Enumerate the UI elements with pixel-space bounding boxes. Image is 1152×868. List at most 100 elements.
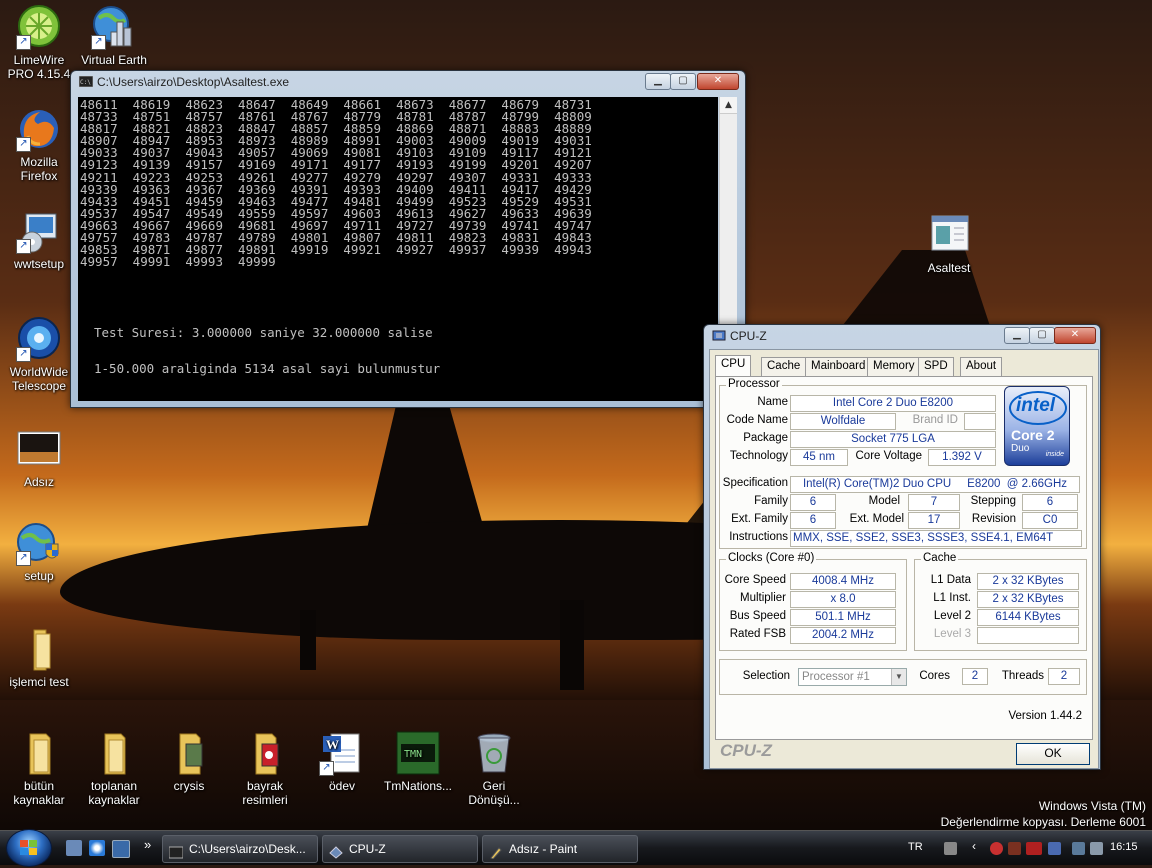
cpuz-titlebar[interactable]: CPU-Z ▁ ▢ ✕ <box>704 325 1100 347</box>
selection-label: Selection <box>742 670 790 682</box>
setup-globe-shield-icon: ↗ <box>16 520 62 566</box>
desktop-icon-label: Mozilla <box>20 155 58 169</box>
desktop-icon-adsiz[interactable]: Adsız <box>0 426 78 489</box>
busspeed-value: 501.1 MHz <box>790 609 896 626</box>
desktop-icon-limewire[interactable]: ↗ LimeWire PRO 4.15.4 <box>0 4 78 81</box>
start-button[interactable] <box>6 829 52 867</box>
ratedfsb-value: 2004.2 MHz <box>790 627 896 644</box>
selection-group: Selection Processor #1 ▼ Cores 2 Threads… <box>719 659 1087 695</box>
l1inst-label: L1 Inst. <box>933 592 971 604</box>
taskbar-task-paint[interactable]: Adsız - Paint <box>482 835 638 863</box>
specification-value: Intel(R) Core(TM)2 Duo CPU E8200 @ 2.66G… <box>790 476 1080 493</box>
telescope-globe-icon: ↗ <box>16 316 62 362</box>
shortcut-arrow-icon: ↗ <box>319 761 334 776</box>
desktop-icon-islemci-test[interactable]: işlemci test <box>0 626 78 689</box>
console-app-icon: C:\ <box>78 75 94 88</box>
corespeed-label: Core Speed <box>724 574 786 586</box>
maximize-button[interactable]: ▢ <box>1029 327 1055 344</box>
multiplier-label: Multiplier <box>739 592 786 604</box>
shortcut-arrow-icon: ↗ <box>16 239 31 254</box>
folder-icon <box>166 730 212 776</box>
desktop-icon-setup[interactable]: ↗ setup <box>0 520 78 583</box>
taskbar-task-console[interactable]: C:\Users\airzo\Desk... <box>162 835 318 863</box>
desktop-icon-label: Asaltest <box>927 261 971 275</box>
shortcut-arrow-icon: ↗ <box>16 35 31 50</box>
switch-windows-icon[interactable] <box>112 840 130 858</box>
quicklaunch-overflow-icon[interactable]: » <box>144 837 151 852</box>
ati-tray-icon[interactable] <box>1026 842 1042 855</box>
desktop-icon-label: TmNations... <box>383 779 452 793</box>
scroll-up-arrow-icon[interactable]: ▲ <box>720 97 737 114</box>
console-window[interactable]: C:\ C:\Users\airzo\Desktop\Asaltest.exe … <box>70 70 746 408</box>
desktop-icon-toplanan-kaynaklar[interactable]: toplanan kaynaklar <box>75 730 153 807</box>
stepping-label: Stepping <box>970 495 1016 507</box>
codename-label: Code Name <box>726 414 788 426</box>
result-line: 1-50.000 araliginda 5134 asal sayi bulun… <box>94 361 441 376</box>
console-titlebar[interactable]: C:\ C:\Users\airzo\Desktop\Asaltest.exe … <box>71 71 745 93</box>
security-alert-icon[interactable] <box>990 842 1003 855</box>
family-label: Family <box>754 495 788 507</box>
l1data-label: L1 Data <box>930 574 971 586</box>
processor-select[interactable]: Processor #1 ▼ <box>798 668 907 686</box>
limewire-icon: ↗ <box>16 4 62 50</box>
tab-mainboard[interactable]: Mainboard <box>805 357 872 376</box>
desktop-icon-label: kaynaklar <box>88 793 140 807</box>
wallpaper-landing-gear-rear <box>300 610 316 670</box>
volume-icon[interactable] <box>1090 842 1103 855</box>
desktop-icon-worldwide-telescope[interactable]: ↗ WorldWide Telescope <box>0 316 78 393</box>
desktop-icon-firefox[interactable]: ↗ Mozilla Firefox <box>0 106 78 183</box>
desktop-icon-wwtsetup[interactable]: ↗ wwtsetup <box>0 208 78 271</box>
brandid-label: Brand ID <box>912 414 958 426</box>
processor-group: Processor Name Intel Core 2 Duo E8200 Co… <box>719 378 1087 549</box>
minimize-button[interactable]: ▁ <box>1004 327 1030 344</box>
tray-chevron-left-icon[interactable]: ‹ <box>972 839 976 853</box>
desktop-icon-butun-kaynaklar[interactable]: bütün kaynaklar <box>0 730 78 807</box>
shortcut-arrow-icon: ↗ <box>16 551 31 566</box>
tab-memory[interactable]: Memory <box>867 357 921 376</box>
desktop-icon-tmnations[interactable]: TMN TmNations... <box>379 730 457 793</box>
language-indicator[interactable]: TR <box>908 841 923 853</box>
technology-label: Technology <box>729 450 788 462</box>
name-label: Name <box>757 396 788 408</box>
desktop-icon-bayrak-resimleri[interactable]: bayrak resimleri <box>226 730 304 807</box>
package-label: Package <box>743 432 788 444</box>
desktop-icon-crysis[interactable]: crysis <box>150 730 228 793</box>
internet-explorer-icon[interactable] <box>89 840 105 856</box>
tab-about[interactable]: About <box>960 357 1003 376</box>
l1inst-value: 2 x 32 KBytes <box>977 591 1079 608</box>
cpuz-window[interactable]: CPU-Z ▁ ▢ ✕ CPU Cache Mainboard Memory S… <box>703 324 1101 770</box>
tab-spd[interactable]: SPD <box>918 357 954 376</box>
minimize-button[interactable]: ▁ <box>645 73 671 90</box>
ok-button[interactable]: OK <box>1016 743 1090 765</box>
desktop-icon-virtual-earth[interactable]: ↗ Virtual Earth <box>75 4 153 67</box>
clocks-group-label: Clocks (Core #0) <box>726 552 817 564</box>
console-output[interactable]: 48611 48619 48623 48647 48649 48661 4867… <box>78 97 718 401</box>
tab-cache[interactable]: Cache <box>761 357 807 376</box>
maximize-button[interactable]: ▢ <box>670 73 696 90</box>
cores-label: Cores <box>919 670 950 682</box>
antivirus-tray-icon[interactable] <box>1008 842 1021 855</box>
desktop-icon-label: crysis <box>173 779 205 793</box>
busspeed-label: Bus Speed <box>729 610 786 622</box>
intel-core-text: Core 2 <box>1011 427 1055 443</box>
taskbar-clock[interactable]: 16:15 <box>1110 841 1138 853</box>
taskbar-task-cpuz[interactable]: CPU-Z <box>322 835 478 863</box>
desktop-icon-label: Adsız <box>23 475 54 489</box>
desktop-icon-label: kaynaklar <box>13 793 65 807</box>
pen-tray-icon[interactable] <box>944 842 957 855</box>
desktop-icon-asaltest[interactable]: Asaltest <box>910 212 988 275</box>
desktop-icon-recycle-bin[interactable]: Geri Dönüşü... <box>455 730 533 807</box>
chevron-down-icon[interactable]: ▼ <box>891 669 906 685</box>
executable-icon <box>926 212 972 258</box>
intel-duo-text: Duo <box>1011 443 1030 454</box>
utility-tray-icon[interactable] <box>1048 842 1061 855</box>
taskbar-task-label: CPU-Z <box>349 842 386 856</box>
close-button[interactable]: ✕ <box>1054 327 1096 344</box>
network-icon[interactable] <box>1072 842 1085 855</box>
tab-cpu[interactable]: CPU <box>715 355 752 377</box>
vista-watermark-line2: Değerlendirme kopyası. Derleme 6001 <box>940 815 1146 829</box>
cpu-tab-panel: Processor Name Intel Core 2 Duo E8200 Co… <box>715 376 1093 740</box>
desktop-icon-odev[interactable]: W ↗ ödev <box>303 730 381 793</box>
close-button[interactable]: ✕ <box>697 73 739 90</box>
show-desktop-icon[interactable] <box>66 840 82 856</box>
